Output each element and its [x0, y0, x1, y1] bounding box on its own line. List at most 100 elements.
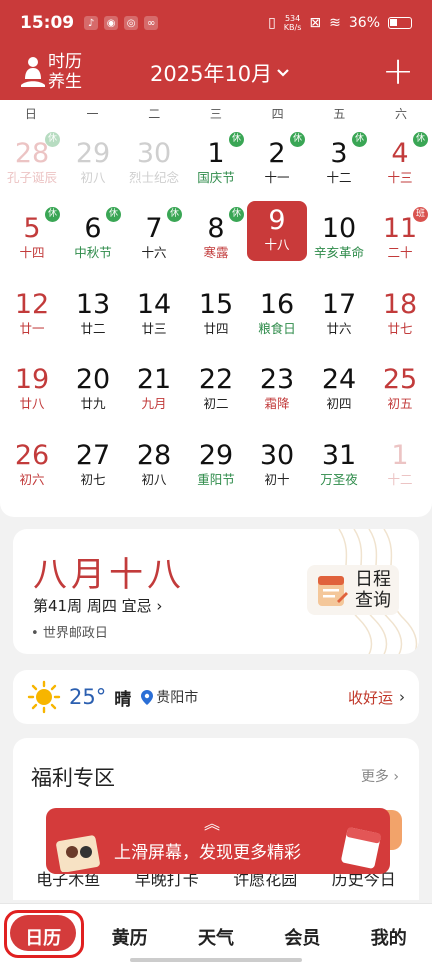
- calendar-day[interactable]: 12 廿一: [2, 281, 62, 351]
- status-time: 15:09: [20, 13, 75, 33]
- lunar-label: 十三: [387, 170, 413, 185]
- calendar-day[interactable]: 2 十一休: [247, 130, 307, 200]
- day-number: 24: [321, 364, 357, 395]
- weather-bar[interactable]: 25° 晴 贵阳市 收好运 ›: [13, 670, 419, 724]
- day-number: 25: [382, 364, 418, 395]
- day-number: 29: [75, 138, 111, 169]
- date-detail-card[interactable]: 八月十八 第41周 周四 宜忌 › • 世界邮政日 日程 查询: [13, 529, 419, 654]
- week-info[interactable]: 第41周 周四 宜忌 ›: [33, 595, 162, 616]
- nav-tab[interactable]: 日历: [0, 904, 86, 964]
- battery-text: 36%: [348, 15, 380, 31]
- lunar-label: 初八: [80, 170, 106, 185]
- calendar-day[interactable]: 1 十二: [370, 432, 430, 502]
- holiday-badge: 休: [106, 207, 121, 222]
- more-link[interactable]: 更多 ›: [361, 766, 399, 786]
- calendar-day-today[interactable]: 9 十八: [247, 201, 307, 261]
- vibrate-icon: ▯: [268, 15, 276, 31]
- day-number: 10: [321, 213, 357, 244]
- lunar-label: 初六: [19, 472, 45, 487]
- calendar-day[interactable]: 3 十二休: [309, 130, 369, 200]
- calendar-day[interactable]: 18 廿七: [370, 281, 430, 351]
- nav-tab-label: 日历: [25, 928, 62, 949]
- weather-condition: 晴: [114, 689, 132, 710]
- weekday-label: 三: [209, 106, 222, 121]
- calendar-day[interactable]: 5 十四休: [2, 205, 62, 275]
- calendar-day[interactable]: 30 初十: [247, 432, 307, 502]
- calendar-day[interactable]: 14 廿三: [124, 281, 184, 351]
- weekday-label: 五: [333, 106, 346, 121]
- lunar-label: 廿九: [80, 396, 106, 411]
- calendar-day[interactable]: 7 十六休: [124, 205, 184, 275]
- swipe-up-banner[interactable]: ︽ 上滑屏幕，发现更多精彩: [46, 808, 390, 874]
- app-notify-icon: ◉: [104, 16, 119, 30]
- calendar-day[interactable]: 24 初四: [309, 356, 369, 426]
- home-indicator: [130, 958, 302, 962]
- chevron-down-icon: [277, 69, 289, 77]
- calendar-day[interactable]: 10 辛亥革命: [309, 205, 369, 275]
- calendar-day[interactable]: 25 初五: [370, 356, 430, 426]
- day-number: 30: [259, 440, 295, 471]
- calendar-day[interactable]: 23 霜降: [247, 356, 307, 426]
- lunar-date: 八月十八: [33, 555, 185, 595]
- calendar-day[interactable]: 22 初二: [186, 356, 246, 426]
- lunar-label: 十一: [264, 170, 290, 185]
- calendar-day[interactable]: 29 重阳节: [186, 432, 246, 502]
- calendar-day[interactable]: 6 中秋节休: [63, 205, 123, 275]
- couple-illustration: [56, 835, 100, 872]
- calendar-day[interactable]: 13 廿二: [63, 281, 123, 351]
- lunar-label: 十二: [387, 472, 413, 487]
- lunar-label: 初十: [264, 472, 290, 487]
- holiday-badge: 休: [290, 132, 305, 147]
- net-speed: 534 KB/s: [283, 14, 302, 32]
- holiday-badge: 休: [167, 207, 182, 222]
- calendar-day[interactable]: 21 九月: [124, 356, 184, 426]
- calendar-day[interactable]: 11 二十班: [370, 205, 430, 275]
- chevron-right-icon: ›: [156, 597, 163, 615]
- double-chevron-up-icon: ︽: [204, 814, 221, 833]
- app-logo[interactable]: 时历 养生: [20, 52, 82, 92]
- calendar-day[interactable]: 17 廿六: [309, 281, 369, 351]
- calendar-day[interactable]: 4 十三休: [370, 130, 430, 200]
- status-bar: 15:09 ♪ ◉ ◎ ∞ ▯ 534 KB/s ⊠ ≋ 36%: [0, 0, 432, 46]
- calendar-day[interactable]: 16 粮食日: [247, 281, 307, 351]
- weekday-label: 二: [148, 106, 161, 121]
- schedule-query-button[interactable]: 日程 查询: [307, 565, 399, 615]
- nav-tab[interactable]: 会员: [259, 904, 345, 964]
- lunar-label: 廿一: [19, 321, 45, 336]
- section-title: 福利专区: [31, 766, 115, 790]
- no-sim-icon: ⊠: [309, 15, 322, 31]
- day-number: 1: [391, 440, 409, 471]
- calendar-day[interactable]: 15 廿四: [186, 281, 246, 351]
- nav-tab-label: 黄历: [111, 928, 148, 949]
- lunar-label: 二十: [387, 245, 413, 260]
- calendar-day[interactable]: 27 初七: [63, 432, 123, 502]
- city-location[interactable]: 贵阳市: [141, 687, 198, 707]
- nav-tab[interactable]: 天气: [173, 904, 259, 964]
- luck-link[interactable]: 收好运 ›: [348, 687, 405, 708]
- calendar-day[interactable]: 28 初八: [124, 432, 184, 502]
- lunar-label: 重阳节: [197, 472, 235, 487]
- nav-tab[interactable]: 黄历: [86, 904, 172, 964]
- calendar-day[interactable]: 20 廿九: [63, 356, 123, 426]
- holiday-badge: 休: [45, 132, 60, 147]
- lunar-label: 初七: [80, 472, 106, 487]
- notification-icons: ♪ ◉ ◎ ∞: [84, 16, 159, 30]
- calendar-illustration: [341, 827, 381, 869]
- calendar-day[interactable]: 26 初六: [2, 432, 62, 502]
- holiday-badge: 休: [45, 207, 60, 222]
- calendar-day[interactable]: 29 初八: [63, 130, 123, 200]
- wechat-icon: ◎: [124, 16, 139, 30]
- calendar-day[interactable]: 30 烈士纪念: [124, 130, 184, 200]
- lunar-label: 初二: [203, 396, 229, 411]
- calendar-day[interactable]: 8 寒露休: [186, 205, 246, 275]
- calendar-day[interactable]: 28 孔子诞辰休: [2, 130, 62, 200]
- nav-tab[interactable]: 我的: [346, 904, 432, 964]
- add-button[interactable]: +: [382, 52, 414, 90]
- day-number: 17: [321, 289, 357, 320]
- calendar-day[interactable]: 1 国庆节休: [186, 130, 246, 200]
- month-picker[interactable]: 2025年10月: [150, 58, 290, 88]
- calendar-note-icon: [318, 576, 348, 606]
- weekday-label: 四: [271, 106, 284, 121]
- calendar-day[interactable]: 19 廿八: [2, 356, 62, 426]
- calendar-day[interactable]: 31 万圣夜: [309, 432, 369, 502]
